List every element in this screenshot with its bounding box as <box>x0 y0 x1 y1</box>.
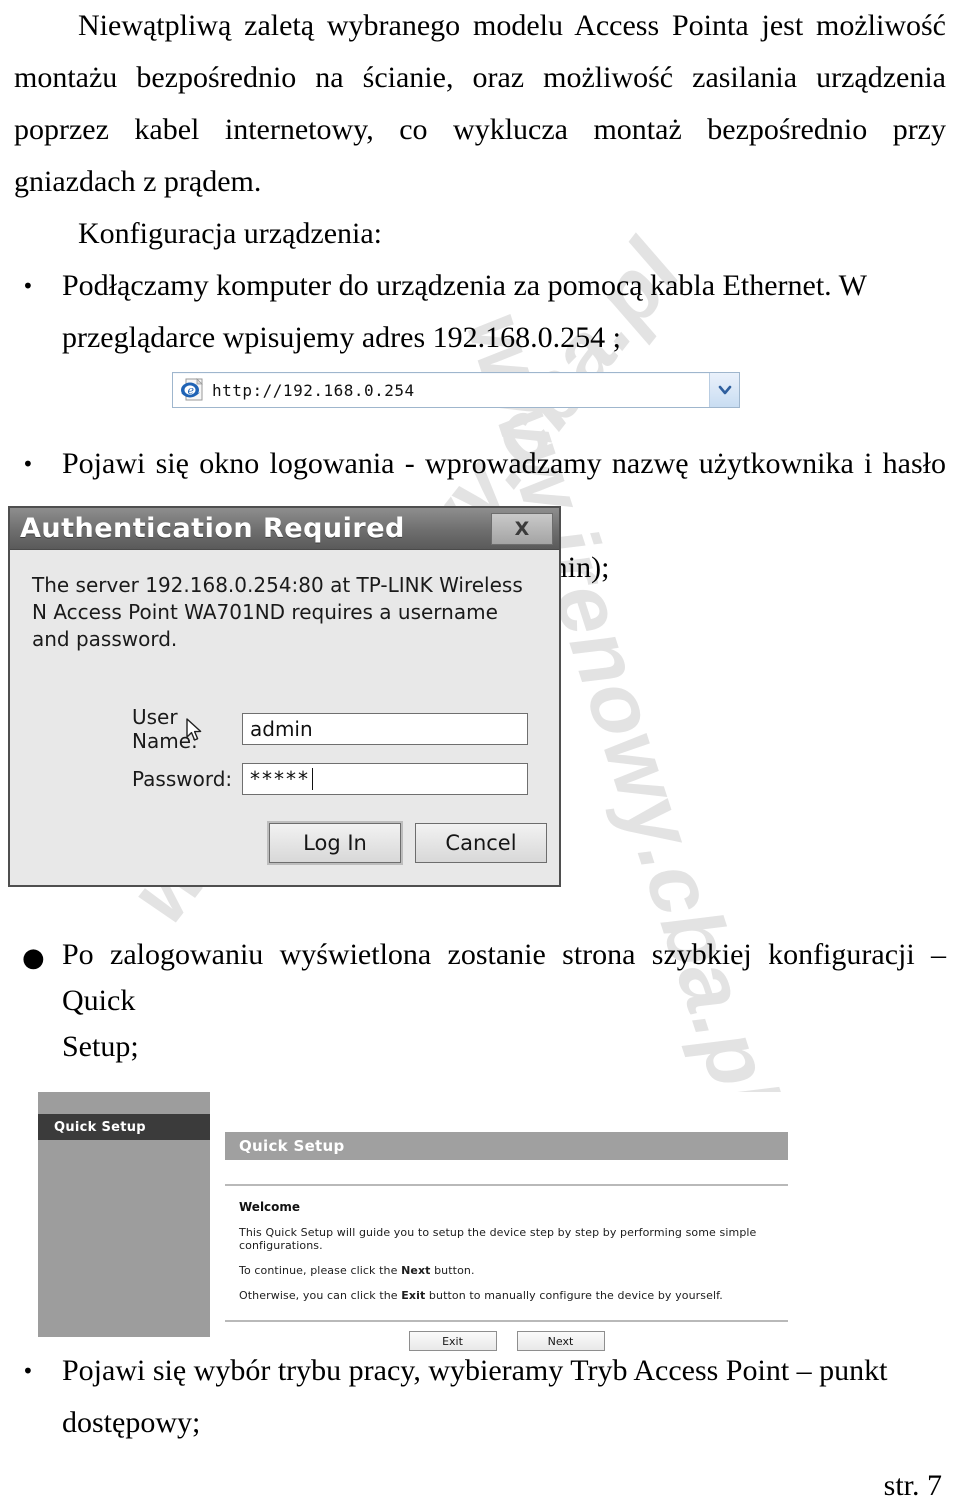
quick-setup-line-3: Otherwise, you can click the Exit button… <box>239 1289 788 1302</box>
divider-bottom <box>225 1320 788 1322</box>
bullet-text-1: Podłączamy komputer do urządzenia za pom… <box>62 260 946 364</box>
quick-setup-screenshot: Quick Setup Quick Setup Welcome This Qui… <box>38 1092 794 1351</box>
bullet-item-4: • Pojawi się wybór trybu pracy, wybieram… <box>8 1345 908 1449</box>
configuration-subheading: Konfiguracja urządzenia: <box>78 217 382 250</box>
dialog-button-row: Log In Cancel <box>269 823 547 863</box>
bullet-text-3-tail: Setup; <box>62 1030 139 1063</box>
line-2-before: To continue, please click the <box>239 1264 402 1277</box>
welcome-heading: Welcome <box>239 1200 301 1214</box>
line-2-after: button. <box>430 1264 475 1277</box>
intro-paragraph: Niewątpliwą zaletą wybranego modelu Acce… <box>14 9 946 198</box>
bullet-text-3: Po zalogowaniu wyświetlona zostanie stro… <box>62 932 946 1070</box>
dialog-fields: User Name: admin Password: ***** <box>32 705 541 795</box>
bullet-item-1: • Podłączamy komputer do urządzenia za p… <box>8 260 952 364</box>
log-in-button[interactable]: Log In <box>269 823 401 863</box>
text-caret <box>312 768 313 790</box>
password-row: Password: ***** <box>132 763 541 795</box>
password-input[interactable]: ***** <box>242 763 528 795</box>
chevron-down-icon[interactable] <box>709 373 739 407</box>
dialog-body: The server 192.168.0.254:80 at TP-LINK W… <box>10 550 559 885</box>
quick-setup-sidebar: Quick Setup <box>38 1092 213 1337</box>
bullet-marker-icon: • <box>22 1359 34 1383</box>
dialog-message: The server 192.168.0.254:80 at TP-LINK W… <box>32 573 523 651</box>
line-2-bold: Next <box>401 1264 431 1277</box>
quick-setup-main: Quick Setup Welcome This Quick Setup wil… <box>213 1092 794 1351</box>
internet-explorer-icon: e <box>180 378 206 402</box>
document-page: Niewątpliwą zaletą wybranego modelu Acce… <box>0 0 960 1509</box>
username-value: admin <box>250 717 313 741</box>
bullet-text-4-main: Pojawi się wybór trybu pracy, wybieramy … <box>62 1354 888 1387</box>
address-bar-url[interactable]: http://192.168.0.254 <box>212 381 709 400</box>
bullet-text-1-main: Podłączamy komputer do urządzenia za pom… <box>62 269 867 302</box>
svg-text:e: e <box>188 384 195 397</box>
panel-title: Quick Setup <box>225 1132 788 1160</box>
dialog-title: Authentication Required <box>20 513 405 544</box>
username-input[interactable]: admin <box>242 713 528 745</box>
line-3-bold: Exit <box>401 1289 426 1302</box>
bullet-text-4-tail: dostępowy; <box>62 1406 201 1439</box>
line-3-after: button to manually configure the device … <box>425 1289 723 1302</box>
divider-top <box>225 1184 788 1186</box>
bullet-text-3-main: Po zalogowaniu wyświetlona zostanie stro… <box>62 938 946 1017</box>
close-icon[interactable]: X <box>491 512 553 545</box>
password-label: Password: <box>132 767 233 791</box>
bullet-marker-icon: • <box>22 452 34 476</box>
password-value: ***** <box>250 767 310 791</box>
line-3-before: Otherwise, you can click the <box>239 1289 402 1302</box>
address-bar-figure: e http://192.168.0.254 <box>172 372 740 408</box>
browser-address-bar[interactable]: e http://192.168.0.254 <box>172 372 740 408</box>
bullet-text-4: Pojawi się wybór trybu pracy, wybieramy … <box>62 1345 902 1449</box>
cancel-button[interactable]: Cancel <box>415 823 547 863</box>
dialog-title-bar: Authentication Required X <box>10 508 559 550</box>
mouse-cursor-icon <box>186 718 204 744</box>
bullet-text-1-tail: przeglądarce wpisujemy adres 192.168.0.2… <box>62 321 621 354</box>
bullet-item-3: ● Po zalogowaniu wyświetlona zostanie st… <box>8 932 952 1070</box>
quick-setup-line-2: To continue, please click the Next butto… <box>239 1264 788 1277</box>
quick-setup-line-1: This Quick Setup will guide you to setup… <box>239 1226 757 1252</box>
sidebar-item-quick-setup[interactable]: Quick Setup <box>38 1114 210 1140</box>
bullet-marker-icon: • <box>22 274 34 298</box>
authentication-dialog: Authentication Required X The server 192… <box>8 506 561 887</box>
page-number: str. 7 <box>883 1469 942 1502</box>
bullet-marker-icon: ● <box>22 943 45 973</box>
